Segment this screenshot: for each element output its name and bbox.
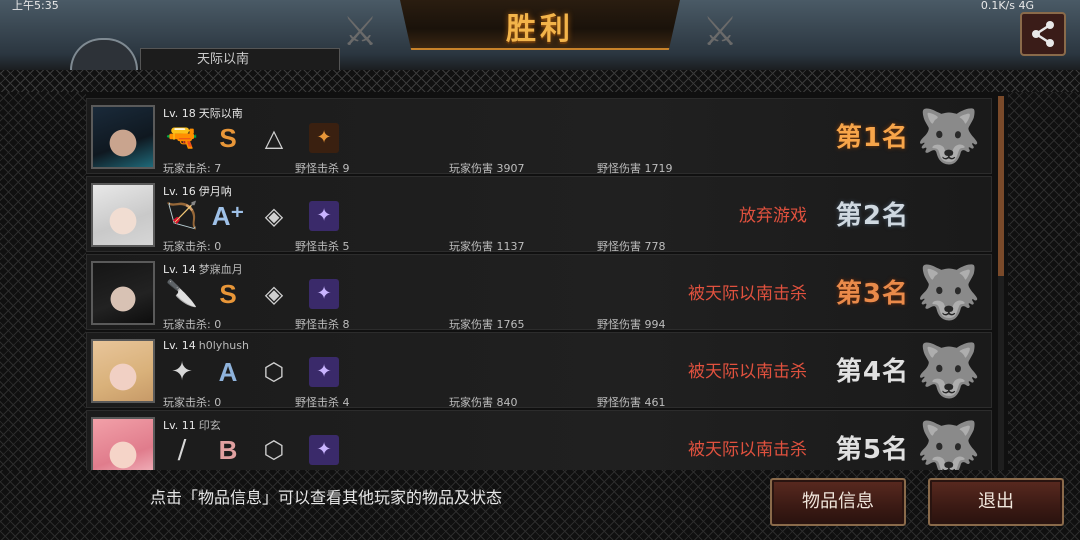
- background-player-tab: 天际以南: [140, 48, 340, 70]
- player-name: 印玄: [198, 419, 221, 432]
- monster-damage: 野怪伤害 994: [597, 318, 666, 331]
- monster-damage: 野怪伤害 1719: [597, 162, 673, 175]
- rank-label: 第1名: [835, 123, 909, 153]
- grade-badge: B: [218, 435, 238, 465]
- player-name: 伊月呐: [198, 185, 232, 198]
- item-icon: ✦: [309, 435, 339, 465]
- victory-title: 胜利: [506, 12, 574, 47]
- bow-icon: 🏹: [165, 201, 199, 231]
- rank-label: 第4名: [835, 357, 909, 387]
- item-info-hint: 点击「物品信息」可以查看其他玩家的物品及状态: [150, 488, 503, 507]
- monster-damage: 野怪伤害 778: [597, 240, 666, 253]
- top-lattice-frame: [0, 70, 1080, 92]
- elimination-status: 放弃游戏: [739, 206, 807, 226]
- knife-icon: 🔪: [165, 279, 199, 309]
- scroll-thumb[interactable]: [998, 96, 1004, 276]
- avatar: [91, 105, 155, 169]
- armor-icon: ◈: [264, 202, 284, 230]
- elimination-status: 被天际以南击杀: [688, 440, 807, 460]
- player-name: h0lyhush: [198, 339, 249, 352]
- monster-damage: 野怪伤害 461: [597, 396, 666, 409]
- player-row-5[interactable]: Lv. 11 印玄 / B ⬡ ✦ 🐺 被天际以南击杀 第5名: [86, 410, 992, 470]
- avatar: [91, 183, 155, 247]
- player-row-4[interactable]: Lv. 14 h0lyhush ✦ A ⬡ ✦ 玩家击杀: 0 野怪击杀 4 玩家…: [86, 332, 992, 409]
- left-lattice-frame: [0, 92, 86, 470]
- player-level-name: Lv. 11 印玄: [163, 417, 221, 433]
- right-wing-emblem-icon: ⚔: [702, 9, 738, 55]
- player-damage: 玩家伤害 1765: [449, 318, 525, 331]
- item-icon: ✦: [309, 201, 339, 231]
- player-kills: 玩家击杀: 7: [163, 162, 222, 175]
- share-button[interactable]: [1020, 12, 1066, 56]
- grade-badge: A: [218, 357, 238, 387]
- player-row-3[interactable]: Lv. 14 梦寐血月 🔪 S ◈ ✦ 玩家击杀: 0 野怪击杀 8 玩家伤害 1…: [86, 254, 992, 331]
- grade-badge: S: [219, 279, 237, 309]
- player-level-name: Lv. 14 h0lyhush: [163, 339, 249, 352]
- shuriken-icon: ✦: [171, 357, 193, 387]
- item-icon: ✦: [309, 123, 339, 153]
- pistol-icon: 🔫: [165, 123, 199, 153]
- player-level: Lv. 11: [163, 419, 196, 432]
- scrollbar[interactable]: [998, 96, 1004, 470]
- exit-button[interactable]: 退出: [928, 478, 1064, 526]
- status-network: 0.1K/s 4G: [980, 0, 1034, 12]
- monster-kills: 野怪击杀 8: [295, 318, 350, 331]
- armor-icon: ⬡: [263, 358, 285, 386]
- avatar: [91, 417, 155, 470]
- rank-label: 第2名: [835, 201, 909, 231]
- player-kills: 玩家击杀: 0: [163, 240, 222, 253]
- player-level: Lv. 16: [163, 185, 196, 198]
- avatar: [91, 339, 155, 403]
- player-level-name: Lv. 14 梦寐血月: [163, 261, 243, 277]
- avatar: [91, 261, 155, 325]
- rank-label: 第5名: [835, 435, 909, 465]
- player-damage: 玩家伤害 840: [449, 396, 518, 409]
- item-info-button[interactable]: 物品信息: [770, 478, 906, 526]
- player-row-1[interactable]: Lv. 18 天际以南 🔫 S △ ✦ 玩家击杀: 7 野怪击杀 9 玩家伤害 3…: [86, 98, 992, 175]
- player-level-name: Lv. 18 天际以南: [163, 105, 243, 121]
- status-time: 上午5:35: [12, 0, 59, 12]
- player-level: Lv. 14: [163, 339, 196, 352]
- armor-icon: ⬡: [263, 436, 285, 464]
- monster-kills: 野怪击杀 9: [295, 162, 350, 175]
- player-name: 天际以南: [198, 107, 243, 120]
- item-icon: ✦: [309, 357, 339, 387]
- rank-label: 第3名: [835, 279, 909, 309]
- left-wing-emblem-icon: ⚔: [342, 9, 378, 55]
- grade-badge: S: [219, 123, 237, 153]
- grade-badge: A⁺: [211, 201, 245, 231]
- player-row-2[interactable]: Lv. 16 伊月呐 🏹 A⁺ ◈ ✦ 玩家击杀: 0 野怪击杀 5 玩家伤害 1…: [86, 176, 992, 253]
- armor-icon: ◈: [264, 280, 284, 308]
- player-level: Lv. 18: [163, 107, 196, 120]
- player-kills: 玩家击杀: 0: [163, 318, 222, 331]
- player-name: 梦寐血月: [198, 263, 243, 276]
- item-icon: ✦: [309, 279, 339, 309]
- right-lattice-frame: [1008, 92, 1080, 470]
- monster-kills: 野怪击杀 4: [295, 396, 350, 409]
- player-damage: 玩家伤害 1137: [449, 240, 525, 253]
- share-icon: [1032, 21, 1054, 47]
- elimination-status: 被天际以南击杀: [688, 284, 807, 304]
- bat-icon: /: [177, 435, 187, 465]
- elimination-status: 被天际以南击杀: [688, 362, 807, 382]
- results-list[interactable]: Lv. 18 天际以南 🔫 S △ ✦ 玩家击杀: 7 野怪击杀 9 玩家伤害 3…: [86, 92, 1008, 470]
- armor-icon: △: [264, 124, 284, 152]
- player-level: Lv. 14: [163, 263, 196, 276]
- player-damage: 玩家伤害 3907: [449, 162, 525, 175]
- monster-kills: 野怪击杀 5: [295, 240, 350, 253]
- player-level-name: Lv. 16 伊月呐: [163, 183, 232, 199]
- player-kills: 玩家击杀: 0: [163, 396, 222, 409]
